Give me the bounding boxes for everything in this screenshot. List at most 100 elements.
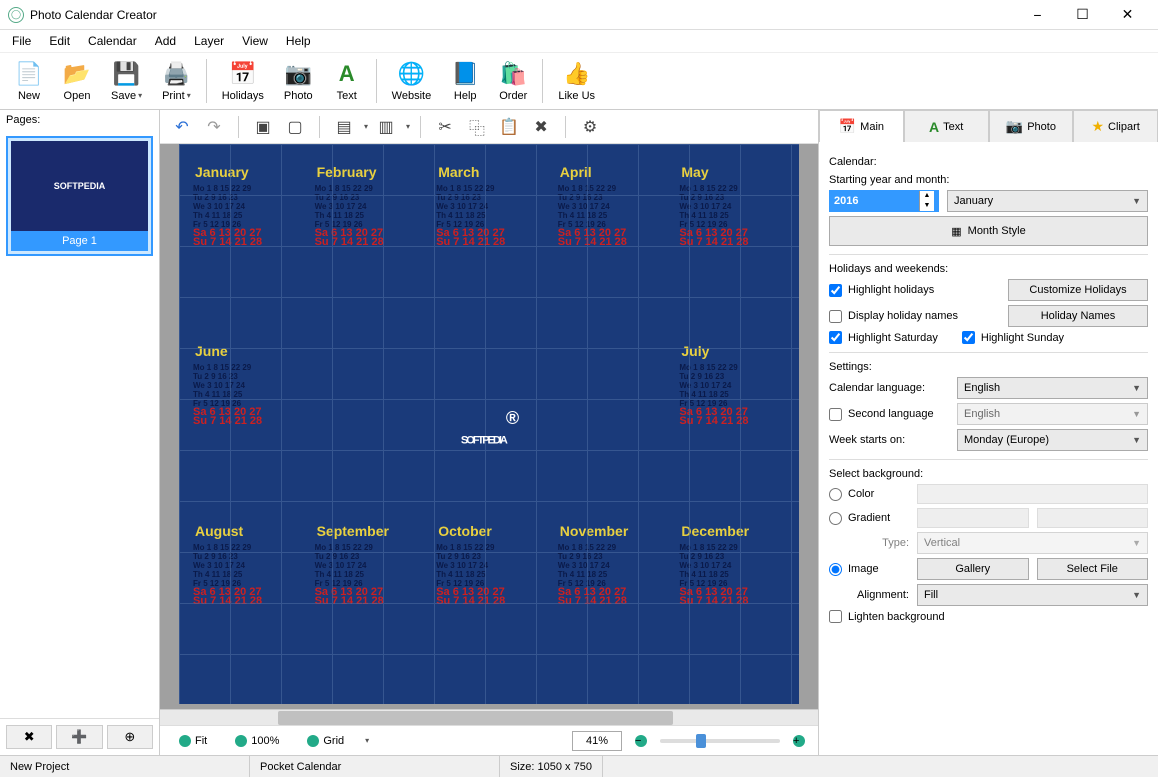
select-file-button[interactable]: Select File <box>1037 558 1149 580</box>
tab-text[interactable]: AText <box>904 110 989 142</box>
print-button[interactable]: 🖨️Print▾ <box>153 54 200 108</box>
new-button[interactable]: 📄New <box>6 54 52 108</box>
menu-file[interactable]: File <box>4 32 39 50</box>
text-button[interactable]: AText <box>324 54 370 108</box>
lighten-background-checkbox[interactable]: Lighten background <box>829 610 945 623</box>
tab-clipart[interactable]: ★Clipart <box>1073 110 1158 142</box>
tab-photo[interactable]: 📷Photo <box>989 110 1074 142</box>
horizontal-scrollbar[interactable] <box>160 709 818 725</box>
color-swatch[interactable] <box>917 484 1148 504</box>
menu-add[interactable]: Add <box>147 32 184 50</box>
menu-edit[interactable]: Edit <box>41 32 78 50</box>
align-left-button[interactable]: ▤ <box>330 114 358 140</box>
paste-button[interactable]: 📋 <box>495 114 523 140</box>
delete-button[interactable]: ✖ <box>527 114 555 140</box>
camera-icon: 📷 <box>1006 118 1023 135</box>
toolbar-label: Like Us <box>558 90 595 102</box>
canvas-area[interactable]: JanuaryMo 1 8 15 22 29Tu 2 9 16 23We 3 1… <box>160 144 818 709</box>
grid-icon: ▦ <box>951 225 961 238</box>
delete-page-button[interactable]: ✖ <box>6 725 52 749</box>
settings-button[interactable]: ⚙ <box>576 114 604 140</box>
year-down-button[interactable]: ▼ <box>920 201 934 211</box>
text-icon: A <box>929 119 939 135</box>
holidays-section-label: Holidays and weekends: <box>829 263 1148 275</box>
month-cell: JuneMo 1 8 15 22 29Tu 2 9 16 23We 3 10 1… <box>189 343 303 514</box>
add-page-button[interactable]: ➕ <box>56 725 102 749</box>
zoom-in-button[interactable]: + <box>790 732 808 750</box>
minimize-button[interactable]: − <box>1015 1 1060 29</box>
zoom-slider[interactable] <box>660 739 780 743</box>
page-thumbnail[interactable]: SOFTPEDIA Page 1 <box>6 136 153 256</box>
week-starts-combo[interactable]: Monday (Europe)▼ <box>957 429 1148 451</box>
zoom-out-button[interactable]: − <box>632 732 650 750</box>
display-holiday-names-checkbox[interactable]: Display holiday names <box>829 310 958 323</box>
menu-calendar[interactable]: Calendar <box>80 32 145 50</box>
toolbar-label: Save <box>111 90 136 102</box>
year-up-button[interactable]: ▲ <box>920 191 934 201</box>
alignment-combo[interactable]: Fill▼ <box>917 584 1148 606</box>
duplicate-page-button[interactable]: ⊕ <box>107 725 153 749</box>
toolbar-label: New <box>18 90 40 102</box>
zoom-input[interactable] <box>572 731 622 751</box>
calendar-canvas[interactable]: JanuaryMo 1 8 15 22 29Tu 2 9 16 23We 3 1… <box>179 144 799 704</box>
year-input[interactable]: 2016 ▲▼ <box>829 190 939 212</box>
gradient-swatch-2[interactable] <box>1037 508 1149 528</box>
gallery-button[interactable]: Gallery <box>917 558 1029 580</box>
grid-toggle-button[interactable]: Grid <box>298 732 353 750</box>
tab-main[interactable]: 📅Main <box>819 110 904 142</box>
menu-view[interactable]: View <box>234 32 276 50</box>
status-template: Pocket Calendar <box>250 756 500 777</box>
window-title: Photo Calendar Creator <box>30 8 1015 22</box>
chevron-down-icon: ▼ <box>1132 590 1141 600</box>
toolbar-label: Holidays <box>222 90 264 102</box>
cal-lang-label: Calendar language: <box>829 382 949 394</box>
chevron-down-icon[interactable]: ▾ <box>187 91 191 100</box>
close-button[interactable]: ✕ <box>1105 1 1150 29</box>
photo-button[interactable]: 📷Photo <box>275 54 322 108</box>
main-toolbar: 📄New📂Open💾Save▾🖨️Print▾ 📅Holidays📷PhotoAT… <box>0 52 1158 110</box>
zoom-100-button[interactable]: 100% <box>226 732 288 750</box>
toolbar-label: Text <box>337 90 357 102</box>
calendar-language-combo[interactable]: English▼ <box>957 377 1148 399</box>
second-language-checkbox[interactable]: Second language <box>829 408 949 421</box>
likeus-button[interactable]: 👍Like Us <box>549 54 604 108</box>
holidays-button[interactable]: 📅Holidays <box>213 54 273 108</box>
cut-button[interactable]: ✂ <box>431 114 459 140</box>
holiday-names-button[interactable]: Holiday Names <box>1008 305 1148 327</box>
status-project: New Project <box>0 756 250 777</box>
highlight-saturday-checkbox[interactable]: Highlight Saturday <box>829 331 938 344</box>
month-style-button[interactable]: ▦Month Style <box>829 216 1148 246</box>
highlight-holidays-checkbox[interactable]: Highlight holidays <box>829 284 934 297</box>
undo-button[interactable]: ↶ <box>168 114 196 140</box>
chevron-down-icon[interactable]: ▾ <box>406 122 410 131</box>
align-right-button[interactable]: ▥ <box>372 114 400 140</box>
website-button[interactable]: 🌐Website <box>383 54 441 108</box>
print-icon: 🖨️ <box>162 60 190 88</box>
highlight-sunday-checkbox[interactable]: Highlight Sunday <box>962 331 1064 344</box>
background-section-label: Select background: <box>829 468 1148 480</box>
open-button[interactable]: 📂Open <box>54 54 100 108</box>
redo-button[interactable]: ↷ <box>200 114 228 140</box>
bring-front-button[interactable]: ▣ <box>249 114 277 140</box>
chevron-down-icon[interactable]: ▾ <box>364 122 368 131</box>
chevron-down-icon[interactable]: ▾ <box>138 91 142 100</box>
gradient-swatch-1[interactable] <box>917 508 1029 528</box>
chevron-down-icon: ▼ <box>1132 409 1141 419</box>
chevron-down-icon[interactable]: ▾ <box>365 736 369 745</box>
order-button[interactable]: 🛍️Order <box>490 54 536 108</box>
bg-color-radio[interactable]: Color <box>829 488 909 501</box>
bg-image-radio[interactable]: Image <box>829 563 909 576</box>
copy-button[interactable]: ⿻ <box>463 114 491 140</box>
send-back-button[interactable]: ▢ <box>281 114 309 140</box>
menu-layer[interactable]: Layer <box>186 32 232 50</box>
calendar-section-label: Calendar: <box>829 156 1148 168</box>
maximize-button[interactable]: ☐ <box>1060 1 1105 29</box>
help-button[interactable]: 📘Help <box>442 54 488 108</box>
menu-help[interactable]: Help <box>278 32 319 50</box>
bg-gradient-radio[interactable]: Gradient <box>829 512 909 525</box>
save-button[interactable]: 💾Save▾ <box>102 54 151 108</box>
website-icon: 🌐 <box>397 60 425 88</box>
zoom-fit-button[interactable]: Fit <box>170 732 216 750</box>
customize-holidays-button[interactable]: Customize Holidays <box>1008 279 1148 301</box>
month-combo[interactable]: January▼ <box>947 190 1148 212</box>
